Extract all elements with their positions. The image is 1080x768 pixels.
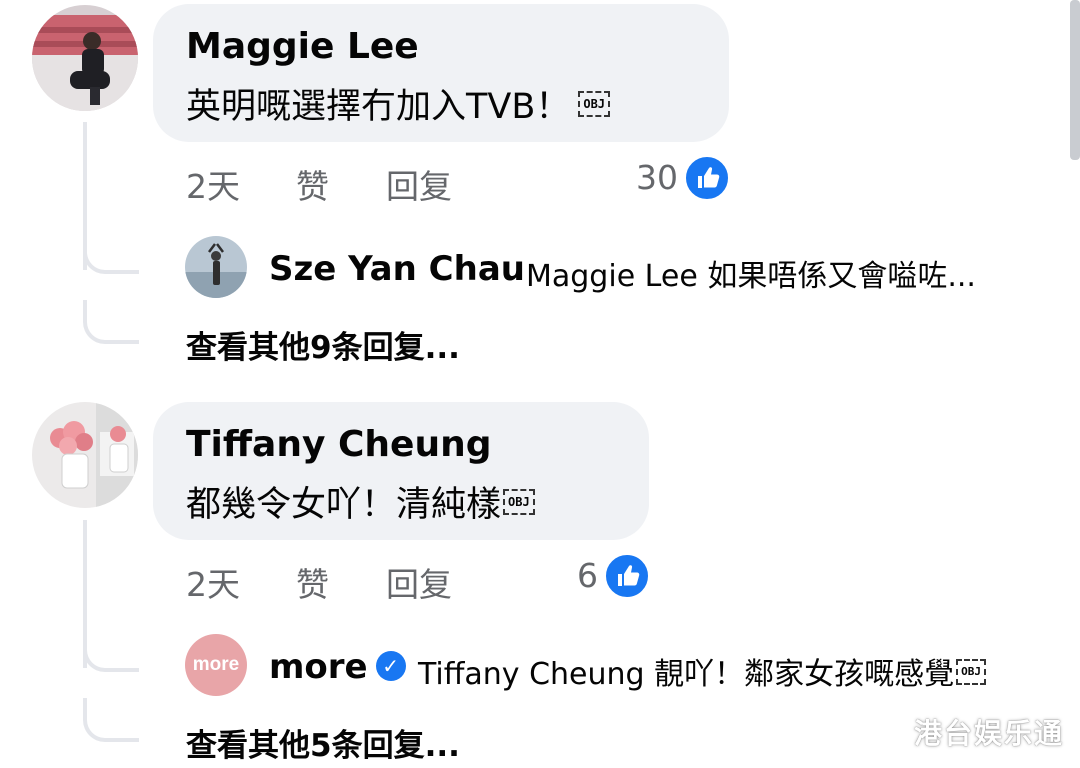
view-more-replies-link[interactable]: 查看其他5条回复...: [186, 720, 460, 765]
object-placeholder-icon: OBJ: [503, 489, 535, 515]
comment-author[interactable]: Maggie Lee: [186, 26, 419, 67]
reply-author-name[interactable]: more: [269, 647, 368, 687]
like-count[interactable]: 6: [540, 556, 598, 595]
reply-button[interactable]: 回复: [386, 160, 452, 208]
reply-button[interactable]: 回复: [386, 558, 452, 606]
comment-timestamp[interactable]: 2天: [186, 558, 240, 606]
reply-text[interactable]: Tiffany Cheung 靚吖！鄰家女孩嘅感覺 OBJ: [418, 649, 986, 693]
reply-author[interactable]: Sze Yan Chau: [269, 249, 525, 289]
thread-elbow: [83, 698, 139, 742]
like-count[interactable]: 30: [620, 158, 678, 197]
comment-text: 英明嘅選擇冇加入TVB！ OBJ: [186, 78, 611, 129]
comment-text-content: 都幾令女吖！清純樣: [186, 485, 502, 525]
reply-author[interactable]: more ✓: [269, 647, 412, 687]
comment-author[interactable]: Tiffany Cheung: [186, 424, 491, 465]
thread-elbow: [83, 628, 139, 672]
like-button[interactable]: 赞: [296, 558, 329, 606]
scrollbar[interactable]: [1070, 0, 1080, 160]
verified-badge-icon: ✓: [375, 650, 406, 681]
view-more-replies-link[interactable]: 查看其他9条回复...: [186, 322, 460, 367]
watermark: 港台娱乐通: [913, 717, 1064, 750]
thumbs-up-icon[interactable]: [684, 155, 730, 201]
thumbs-up-icon[interactable]: [604, 553, 650, 599]
reply-text[interactable]: Maggie Lee 如果唔係又會嗌咗...: [526, 251, 976, 295]
comment-text-content: 英明嘅選擇冇加入TVB！: [186, 87, 571, 127]
object-placeholder-icon: OBJ: [578, 91, 611, 117]
avatar-more-text: more: [192, 654, 240, 675]
avatar-sze-yan-chau[interactable]: [185, 236, 247, 298]
object-placeholder-icon: OBJ: [956, 658, 986, 685]
thread-elbow: [83, 300, 139, 344]
avatar-more[interactable]: more: [185, 634, 247, 696]
comment-timestamp[interactable]: 2天: [186, 160, 240, 208]
avatar-maggie-lee[interactable]: [32, 5, 138, 111]
comment-text: 都幾令女吖！清純樣 OBJ: [186, 476, 535, 527]
thread-elbow: [83, 230, 139, 274]
reply-text-content: Tiffany Cheung 靚吖！鄰家女孩嘅感覺: [418, 657, 955, 692]
avatar-tiffany-cheung[interactable]: [32, 402, 138, 508]
like-button[interactable]: 赞: [296, 160, 329, 208]
